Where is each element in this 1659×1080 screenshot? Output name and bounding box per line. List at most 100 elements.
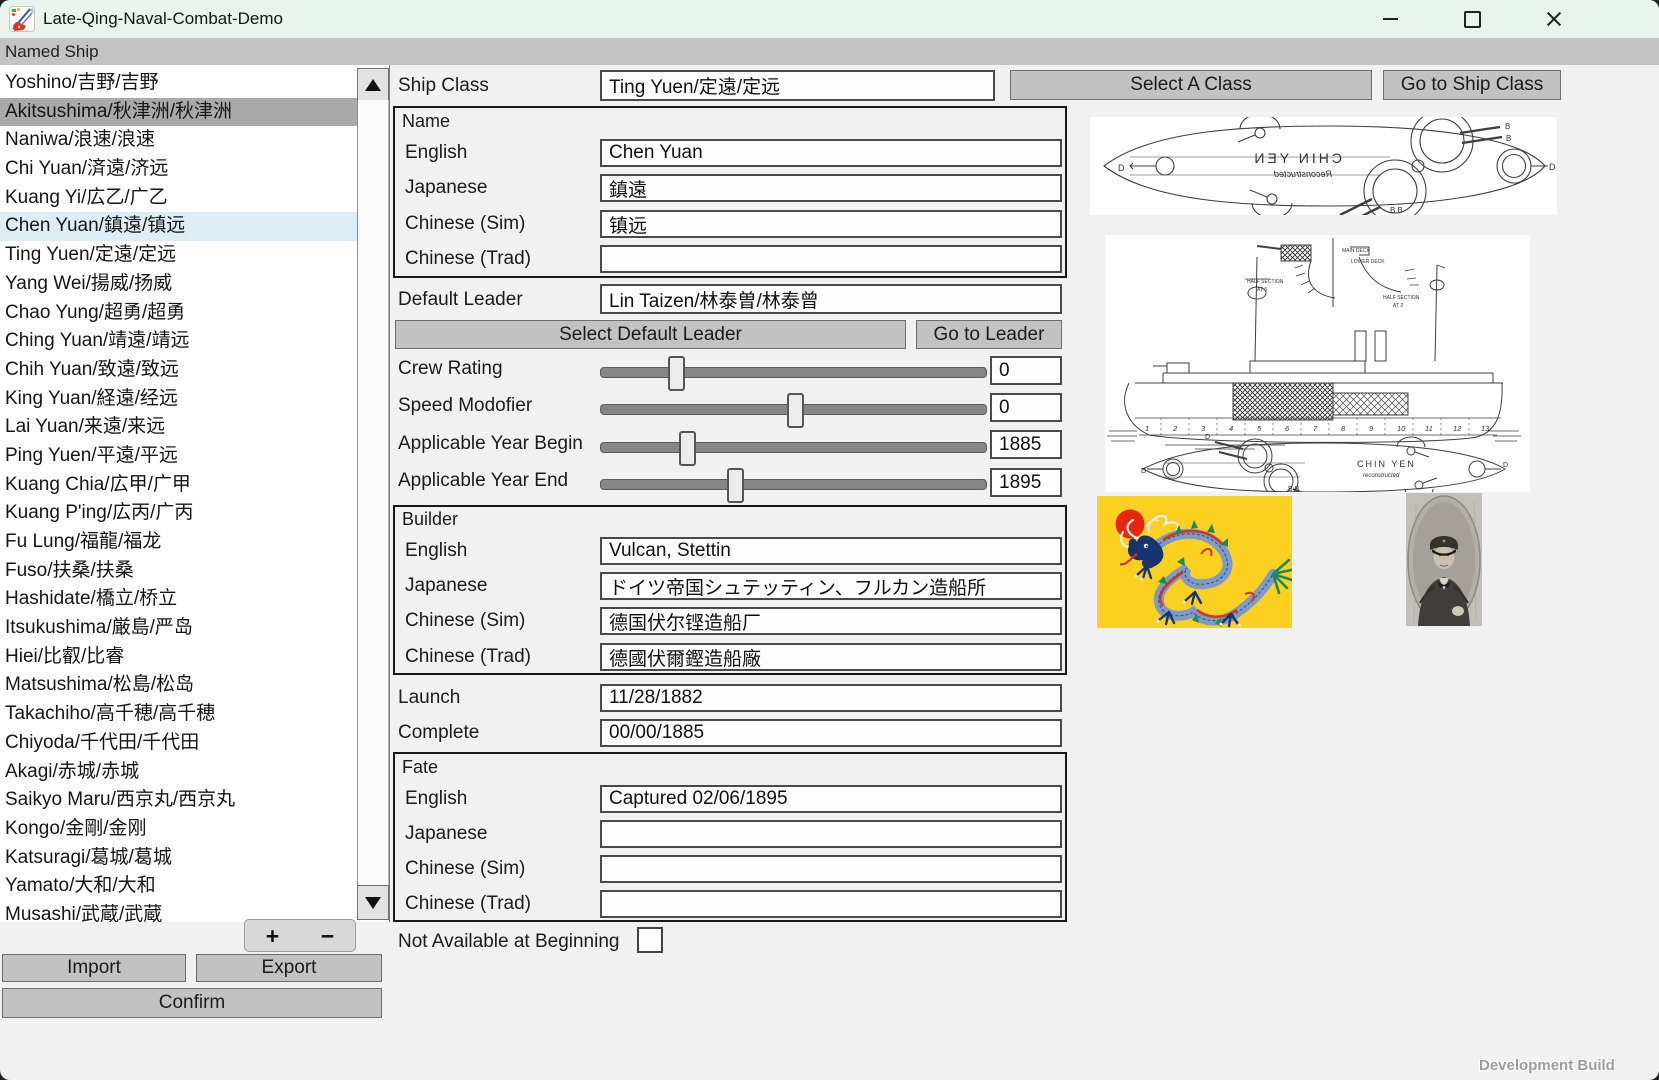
- year-end-value[interactable]: [990, 468, 1062, 497]
- confirm-button[interactable]: Confirm: [2, 988, 382, 1018]
- crew-rating-slider[interactable]: [600, 367, 987, 378]
- builder-chinese-trad-field[interactable]: [600, 643, 1062, 671]
- ship-list-item[interactable]: Chen Yuan/鎮遠/镇远: [0, 212, 357, 241]
- close-button[interactable]: [1539, 4, 1569, 34]
- builder-english-field[interactable]: [600, 537, 1062, 565]
- name-japanese-field[interactable]: [600, 174, 1062, 202]
- ship-elevation-svg: MAIN DECK LOWER DECK HALF SECTION AT 5 H…: [1105, 235, 1530, 492]
- name-chinese-sim-field[interactable]: [600, 210, 1062, 238]
- import-button[interactable]: Import: [2, 954, 186, 982]
- ship-list-item[interactable]: Akitsushima/秋津洲/秋津洲: [0, 98, 357, 127]
- year-begin-value[interactable]: [990, 430, 1062, 459]
- name-chinese-trad-label: Chinese (Trad): [405, 248, 531, 270]
- minimize-button[interactable]: [1375, 4, 1405, 34]
- officer-portrait-svg: [1406, 493, 1482, 626]
- elev-half-section-5: HALF SECTION: [1247, 279, 1284, 285]
- ship-list-item[interactable]: Akagi/赤城/赤城: [0, 758, 357, 787]
- section-header: Named Ship: [0, 38, 1659, 65]
- speed-modifier-slider[interactable]: [600, 404, 987, 415]
- remove-ship-button[interactable]: −: [311, 921, 344, 951]
- ship-list-item[interactable]: Itsukushima/厳島/严岛: [0, 614, 357, 643]
- name-chinese-trad-field[interactable]: [600, 245, 1062, 273]
- ship-list-item[interactable]: Chiyoda/千代田/千代田: [0, 729, 357, 758]
- ship-list-item[interactable]: Ting Yuen/定遠/定远: [0, 241, 357, 270]
- ship-list-item[interactable]: Kuang Chia/広甲/广甲: [0, 471, 357, 500]
- scrollbar-track[interactable]: [357, 100, 389, 885]
- ship-list-item[interactable]: Kuang Yi/広乙/广乙: [0, 184, 357, 213]
- ship-list-item[interactable]: Hashidate/橋立/桥立: [0, 585, 357, 614]
- speed-modifier-label: Speed Modofier: [398, 395, 532, 417]
- crew-rating-slider-handle[interactable]: [668, 356, 685, 391]
- name-japanese-label: Japanese: [405, 177, 487, 199]
- builder-japanese-field[interactable]: [600, 572, 1062, 600]
- fate-chinese-sim-field[interactable]: [600, 855, 1062, 883]
- ship-list-item[interactable]: Yoshino/吉野/吉野: [0, 69, 357, 98]
- ship-list-item[interactable]: Saikyo Maru/西京丸/西京丸: [0, 786, 357, 815]
- year-begin-slider[interactable]: [600, 442, 987, 453]
- goto-ship-class-button[interactable]: Go to Ship Class: [1383, 70, 1561, 100]
- ship-list-item[interactable]: Chao Yung/超勇/超勇: [0, 299, 357, 328]
- builder-chinese-sim-label: Chinese (Sim): [405, 610, 525, 632]
- svg-text:AT 5: AT 5: [1257, 287, 1267, 293]
- ship-list-item[interactable]: Ching Yuan/靖遠/靖远: [0, 327, 357, 356]
- svg-text:1: 1: [1145, 424, 1149, 433]
- add-ship-button[interactable]: +: [256, 921, 289, 951]
- ship-list-item[interactable]: Fu Lung/福龍/福龙: [0, 528, 357, 557]
- fate-english-field[interactable]: [600, 785, 1062, 813]
- ship-list-item[interactable]: Chi Yuan/済遠/济远: [0, 155, 357, 184]
- elev-half-section-2: HALF SECTION: [1383, 295, 1420, 301]
- ship-list-item[interactable]: Fuso/扶桑/扶桑: [0, 557, 357, 586]
- svg-text:2: 2: [1172, 424, 1178, 433]
- svg-text:5: 5: [1257, 424, 1262, 433]
- select-class-button[interactable]: Select A Class: [1010, 70, 1372, 100]
- scroll-up-button[interactable]: [357, 68, 389, 102]
- ship-list-item[interactable]: Matsushima/松島/松岛: [0, 671, 357, 700]
- qing-dragon-flag-svg: [1097, 496, 1292, 628]
- ship-list-item[interactable]: King Yuan/経遠/经远: [0, 385, 357, 414]
- crew-rating-value[interactable]: [990, 356, 1062, 385]
- ship-list-item[interactable]: Lai Yuan/来遠/来远: [0, 413, 357, 442]
- year-begin-slider-handle[interactable]: [679, 431, 696, 466]
- ship-list-item[interactable]: Hiei/比叡/比睿: [0, 643, 357, 672]
- svg-text:7: 7: [1313, 424, 1318, 433]
- ship-list-item[interactable]: Naniwa/浪速/浪速: [0, 126, 357, 155]
- plan-top-d-left: D: [1118, 163, 1125, 173]
- fate-legend: Fate: [402, 757, 438, 778]
- elev-lower-deck-label: LOWER DECK: [1351, 259, 1385, 265]
- speed-modifier-value[interactable]: [990, 393, 1062, 422]
- default-leader-field[interactable]: [600, 284, 1062, 314]
- builder-chinese-sim-field[interactable]: [600, 607, 1062, 635]
- qing-dragon-flag-image: [1097, 496, 1292, 628]
- complete-field[interactable]: [600, 719, 1062, 747]
- svg-text:B: B: [1506, 134, 1511, 143]
- ship-list-item[interactable]: Yamato/大和/大和: [0, 872, 357, 901]
- fate-chinese-trad-field[interactable]: [600, 890, 1062, 918]
- name-english-label: English: [405, 142, 467, 164]
- fate-japanese-field[interactable]: [600, 820, 1062, 848]
- ship-list-item[interactable]: Kuang P'ing/広丙/广丙: [0, 499, 357, 528]
- not-available-checkbox[interactable]: [637, 927, 663, 953]
- select-default-leader-button[interactable]: Select Default Leader: [395, 320, 906, 349]
- ship-list-item[interactable]: Chih Yuan/致遠/致远: [0, 356, 357, 385]
- ship-list-item[interactable]: Takachiho/高千穂/高千穂: [0, 700, 357, 729]
- export-button[interactable]: Export: [196, 954, 382, 982]
- launch-field[interactable]: [600, 684, 1062, 712]
- ship-list-item[interactable]: Ping Yuen/平遠/平远: [0, 442, 357, 471]
- goto-leader-button[interactable]: Go to Leader: [916, 320, 1062, 349]
- ship-list-item[interactable]: Yang Wei/揚威/扬威: [0, 270, 357, 299]
- fate-japanese-label: Japanese: [405, 823, 487, 845]
- maximize-button[interactable]: [1457, 4, 1487, 34]
- speed-modifier-slider-handle[interactable]: [787, 393, 804, 428]
- builder-chinese-trad-label: Chinese (Trad): [405, 646, 531, 668]
- name-english-field[interactable]: [600, 139, 1062, 167]
- scroll-down-button[interactable]: [357, 885, 389, 920]
- ship-class-field[interactable]: [600, 70, 995, 101]
- add-remove-panel: + −: [244, 919, 356, 952]
- ship-list-item[interactable]: Kongo/金剛/金刚: [0, 815, 357, 844]
- app-icon: [9, 6, 35, 32]
- ship-list-item[interactable]: Katsuragi/葛城/葛城: [0, 844, 357, 873]
- plan-top-gun-label: B B: [1390, 206, 1403, 215]
- year-end-slider[interactable]: [600, 479, 987, 490]
- elev-main-deck-label: MAIN DECK: [1342, 248, 1370, 254]
- year-end-slider-handle[interactable]: [727, 468, 744, 503]
